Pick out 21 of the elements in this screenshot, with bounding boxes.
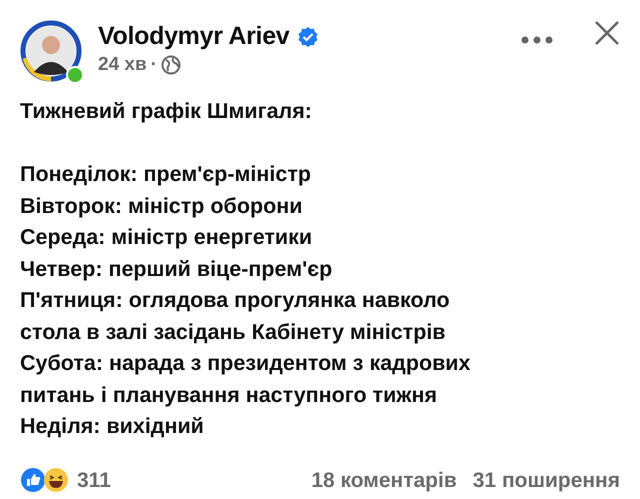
schedule-line: Четвер: перший віце-прем'єр: [20, 256, 334, 282]
post-time[interactable]: 24 хв: [98, 50, 147, 79]
close-button[interactable]: [594, 20, 620, 46]
schedule-line: П'ятниця: оглядова прогулянка навколо стола в залі засідань Кабінету міністрів: [20, 287, 451, 346]
schedule-line: Понеділок: прем'єр-міністр: [20, 161, 312, 188]
close-icon: [594, 20, 620, 46]
more-icon: [520, 34, 554, 45]
separator: ·: [150, 52, 157, 76]
post-heading: Тижневий графік Шмигаля:: [20, 98, 313, 125]
schedule-line: Вівторок: міністр оборони: [20, 192, 304, 220]
comments-count[interactable]: 18 коментарів: [311, 464, 457, 496]
like-icon: [20, 467, 46, 494]
shares-count[interactable]: 31 поширення: [472, 464, 620, 496]
globe-icon: [161, 54, 181, 75]
avatar[interactable]: [20, 20, 82, 82]
schedule-line: Середа: міністр енергетики: [20, 224, 314, 251]
reaction-count[interactable]: 311: [77, 464, 111, 496]
schedule-line: Неділя: вихідний: [20, 413, 205, 440]
laughing-emoji-icon: [43, 467, 69, 494]
schedule-line: Субота: нарада з президентом з кадрових питань і планування наступного тижня: [20, 350, 472, 408]
author-name[interactable]: Volodymyr Ariev: [98, 23, 290, 50]
